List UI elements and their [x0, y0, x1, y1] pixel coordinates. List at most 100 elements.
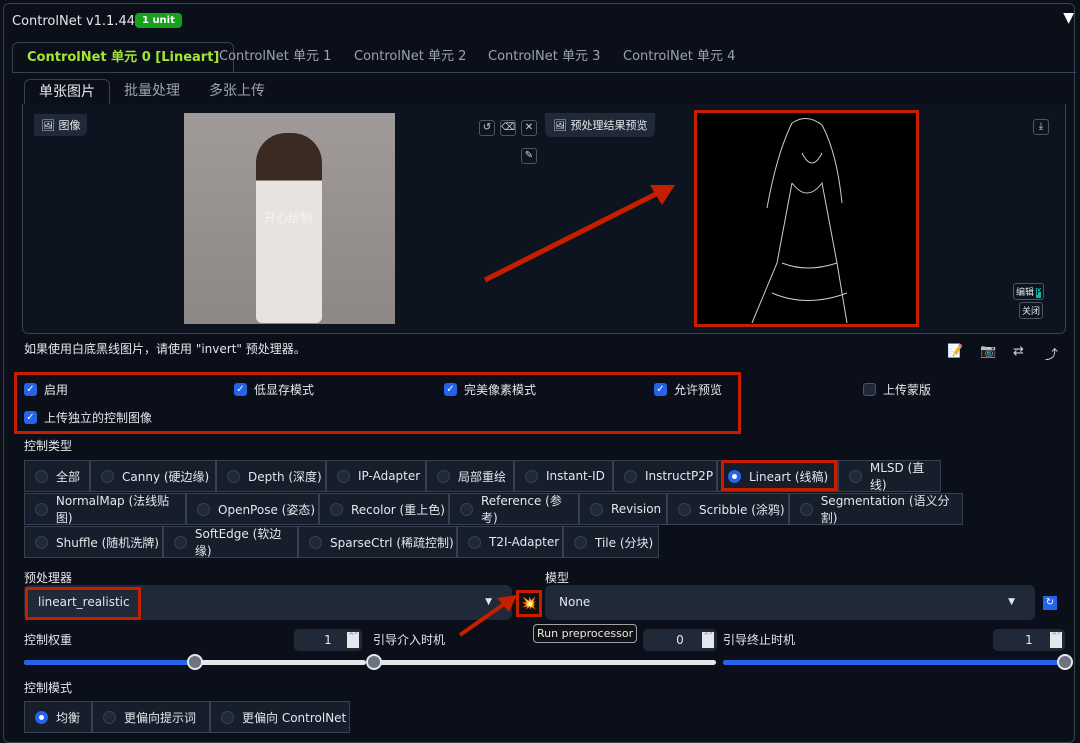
close-button[interactable]: 关闭: [1019, 302, 1044, 319]
control-type-option[interactable]: Shuffle (随机洗牌): [24, 526, 163, 558]
control-type-option[interactable]: InstructP2P: [613, 460, 717, 492]
control-type-option[interactable]: Segmentation (语义分割): [789, 493, 963, 525]
model-value: None: [559, 595, 591, 609]
control-type-option[interactable]: IP-Adapter: [326, 460, 426, 492]
control-mode-option[interactable]: 更偏向提示词: [92, 701, 210, 733]
image-icon: 🖼: [41, 119, 59, 132]
tab-unit-4[interactable]: ControlNet 单元 4: [609, 42, 749, 73]
control-type-option[interactable]: Depth (深度): [216, 460, 326, 492]
checkbox-enable[interactable]: ✓ 启用: [24, 381, 68, 398]
radio-icon: [197, 502, 210, 516]
image-label-text: 图像: [58, 119, 81, 132]
control-type-option[interactable]: 全部: [24, 460, 90, 492]
control-type-option[interactable]: OpenPose (姿态): [186, 493, 319, 525]
checkbox-label: 上传蒙版: [883, 383, 932, 397]
start-value: 0: [676, 633, 684, 647]
close-icon[interactable]: ✕: [521, 120, 537, 136]
control-mode-option[interactable]: 更偏向 ControlNet: [210, 701, 350, 733]
tab-multi-upload[interactable]: 多张上传: [195, 79, 279, 105]
send-dimensions-icon[interactable]: ⤴: [1045, 344, 1058, 363]
model-label: 模型: [545, 571, 570, 585]
radio-icon: [227, 469, 240, 483]
chevron-down-icon: ▼: [1008, 597, 1015, 607]
control-type-option[interactable]: SoftEdge (软边缘): [163, 526, 298, 558]
option-label: 全部: [56, 469, 81, 484]
checkbox-icon: ✓: [24, 383, 37, 396]
eraser-icon[interactable]: ⌫: [500, 120, 516, 136]
checkbox-independent-control-image[interactable]: ✓ 上传独立的控制图像: [24, 409, 152, 426]
option-label: SparseCtrl (稀疏控制): [330, 535, 454, 550]
control-type-option[interactable]: Revision: [579, 493, 667, 525]
option-label: 局部重绘: [458, 469, 507, 484]
tab-unit-2[interactable]: ControlNet 单元 2: [340, 42, 480, 73]
stepper-icon[interactable]: ^˅: [347, 632, 359, 648]
checkbox-allow-preview[interactable]: ✓ 允许预览: [654, 381, 722, 398]
input-image[interactable]: 开心绘制: [184, 113, 395, 324]
option-label: Canny (硬边缘): [122, 469, 210, 484]
control-mode-label: 控制模式: [24, 681, 73, 695]
option-label: Scribble (涂鸦): [699, 502, 785, 517]
collapse-icon[interactable]: ▼: [1063, 10, 1074, 26]
checkbox-upload-mask[interactable]: 上传蒙版: [863, 381, 931, 398]
tab-unit-3[interactable]: ControlNet 单元 3: [474, 42, 614, 73]
control-type-option[interactable]: Instant-ID: [514, 460, 613, 492]
model-dropdown[interactable]: None ▼: [545, 585, 1035, 620]
radio-icon: [35, 710, 48, 724]
option-label: 均衡: [56, 710, 81, 725]
tab-single-image[interactable]: 单张图片: [24, 79, 110, 105]
option-label: Instant-ID: [546, 469, 605, 483]
radio-icon: [590, 502, 603, 516]
end-input[interactable]: 1 ^˅: [993, 629, 1065, 651]
radio-icon: [101, 469, 114, 483]
control-type-option[interactable]: Tile (分块): [563, 526, 659, 558]
radio-icon: [849, 469, 862, 483]
option-label: Recolor (重上色): [351, 502, 445, 517]
refresh-icon[interactable]: ↻: [1043, 596, 1057, 610]
checkbox-label: 上传独立的控制图像: [44, 411, 153, 425]
option-label: SoftEdge (软边缘): [194, 527, 282, 558]
control-type-option[interactable]: MLSD (直线): [838, 460, 941, 492]
option-label: Tile (分块): [595, 535, 654, 550]
start-input[interactable]: 0 ^˅: [643, 629, 717, 651]
slider-handle[interactable]: [1057, 654, 1073, 670]
control-type-option[interactable]: NormalMap (法线贴图): [24, 493, 186, 525]
tab-unit-1[interactable]: ControlNet 单元 1: [205, 42, 345, 73]
swap-icon[interactable]: ⇄: [1013, 344, 1024, 359]
control-type-option[interactable]: Recolor (重上色): [319, 493, 449, 525]
preview-label: 🖼 预处理结果预览: [545, 113, 656, 137]
control-type-option[interactable]: Scribble (涂鸦): [667, 493, 789, 525]
camera-icon[interactable]: 📷: [980, 344, 996, 359]
download-icon[interactable]: ⤓: [1033, 119, 1049, 135]
option-label: MLSD (直线): [869, 461, 925, 492]
tab-batch[interactable]: 批量处理: [110, 79, 194, 105]
control-type-option[interactable]: Reference (参考): [449, 493, 579, 525]
checkbox-label: 完美像素模式: [464, 383, 537, 397]
stepper-icon[interactable]: ^˅: [702, 632, 714, 648]
stepper-icon[interactable]: ^˅: [1050, 632, 1062, 648]
slider-handle[interactable]: [366, 654, 382, 670]
preprocessor-label: 预处理器: [24, 571, 73, 585]
control-type-option[interactable]: Canny (硬边缘): [90, 460, 216, 492]
undo-icon[interactable]: ↺: [479, 120, 495, 136]
edit-button[interactable]: 编辑 P: [1013, 283, 1045, 300]
control-mode-option[interactable]: 均衡: [24, 701, 92, 733]
slider-handle[interactable]: [187, 654, 203, 670]
control-type-option[interactable]: T2I-Adapter: [457, 526, 563, 558]
checkbox-low-vram[interactable]: ✓ 低显存模式: [234, 381, 314, 398]
brush-icon[interactable]: ✎: [521, 148, 537, 164]
notepad-icon[interactable]: 📝: [947, 344, 963, 359]
tab-unit-0[interactable]: ControlNet 单元 0 [Lineart]: [12, 42, 235, 73]
control-type-option[interactable]: SparseCtrl (稀疏控制): [298, 526, 457, 558]
checkbox-icon: ✓: [24, 411, 37, 424]
slider-fill: [723, 660, 1065, 665]
weight-input[interactable]: 1 ^˅: [294, 629, 362, 651]
radio-icon: [460, 502, 473, 516]
radio-icon: [103, 710, 116, 724]
control-type-label: 控制类型: [24, 439, 73, 453]
checkbox-pixel-perfect[interactable]: ✓ 完美像素模式: [444, 381, 536, 398]
preprocessor-preview-image[interactable]: [694, 110, 919, 327]
annotation-arrow: [458, 595, 517, 637]
start-label: 引导介入时机: [373, 633, 446, 647]
annotation-arrow: [483, 185, 675, 283]
control-type-option[interactable]: 局部重绘: [426, 460, 514, 492]
